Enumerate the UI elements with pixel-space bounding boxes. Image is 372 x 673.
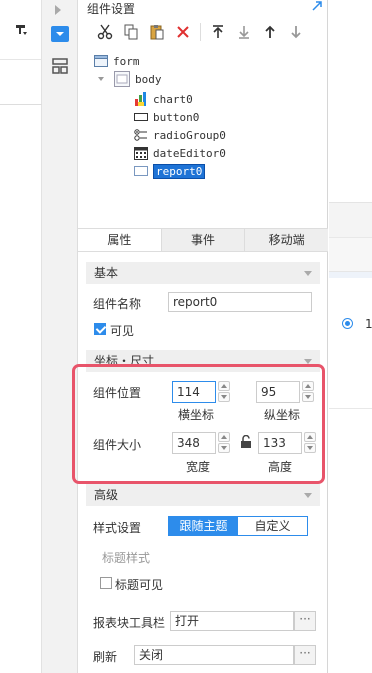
collapse-arrow-icon[interactable]	[311, 0, 323, 12]
advanced-section-header[interactable]: 高级	[86, 484, 320, 506]
preview-radio-label: 1	[365, 317, 372, 331]
component-name-input[interactable]: report0	[168, 292, 312, 312]
chevron-down-icon	[304, 493, 312, 498]
refresh-input[interactable]: 关闭	[134, 645, 294, 665]
property-tabs: 属性 事件 移动端	[78, 228, 328, 252]
cut-icon[interactable]	[92, 22, 118, 42]
tree-expand-icon[interactable]	[98, 77, 104, 81]
component-name-label: 组件名称	[93, 297, 142, 311]
paste-icon[interactable]	[144, 22, 170, 42]
tree-item-label: form	[113, 54, 140, 68]
body-icon	[114, 71, 130, 87]
layout-icon[interactable]	[52, 58, 68, 74]
title-style-label: 标题样式	[102, 551, 151, 565]
button-icon	[134, 113, 148, 121]
form-icon	[94, 55, 108, 67]
report-toolbar-input[interactable]: 打开	[170, 611, 294, 631]
tree-item-button0[interactable]: button0	[134, 108, 199, 126]
preview-radio[interactable]	[342, 318, 353, 329]
move-bottom-icon[interactable]	[231, 22, 257, 42]
date-editor-icon	[134, 147, 148, 160]
visible-checkbox[interactable]	[94, 323, 106, 335]
panel-title: 组件设置	[87, 2, 136, 16]
radio-group-icon	[134, 129, 147, 141]
toolbar-separator	[200, 23, 201, 41]
chart-icon	[135, 92, 146, 106]
visible-label: 可见	[110, 324, 135, 338]
component-settings-panel: 组件设置 form body chart0 button0 radioGroup…	[78, 0, 328, 673]
left-toolbar	[0, 0, 41, 60]
tree-item-chart0[interactable]: chart0	[134, 90, 193, 108]
report-icon	[134, 166, 148, 176]
format-icon[interactable]	[16, 24, 28, 36]
section-title: 高级	[94, 488, 119, 502]
tab-properties[interactable]: 属性	[78, 229, 162, 251]
delete-icon[interactable]	[170, 22, 196, 42]
refresh-more-button[interactable]: ···	[294, 645, 316, 665]
tree-item-label: body	[135, 72, 162, 86]
tree-item-radiogroup0[interactable]: radioGroup0	[134, 126, 226, 144]
expand-arrow-icon[interactable]	[55, 5, 61, 15]
side-icon-column	[42, 0, 78, 673]
title-visible-checkbox[interactable]	[100, 577, 112, 589]
refresh-label: 刷新	[93, 650, 118, 664]
tree-item-label: button0	[153, 110, 200, 124]
move-up-icon[interactable]	[257, 22, 283, 42]
preview-subheader	[329, 238, 372, 272]
tree-item-label: chart0	[153, 92, 193, 106]
tree-item-form[interactable]: form	[94, 52, 140, 70]
tab-mobile[interactable]: 移动端	[245, 229, 328, 251]
custom-style-button[interactable]: 自定义	[238, 517, 307, 535]
tree-item-dateeditor0[interactable]: dateEditor0	[134, 144, 226, 162]
tab-events[interactable]: 事件	[162, 229, 246, 251]
left-divider	[0, 104, 42, 105]
preview-header	[329, 202, 372, 238]
copy-icon[interactable]	[118, 22, 144, 42]
dropdown-toggle-icon[interactable]	[51, 26, 69, 42]
style-setting-label: 样式设置	[93, 521, 142, 535]
tree-toolbar	[92, 22, 309, 42]
section-title: 基本	[94, 266, 119, 280]
preview-strip	[329, 272, 372, 278]
preview-divider	[329, 408, 372, 409]
report-toolbar-label: 报表块工具栏	[93, 616, 166, 630]
canvas-preview: 1	[329, 0, 372, 673]
highlight-box	[72, 364, 325, 484]
tree-item-body[interactable]: body	[114, 70, 162, 88]
tree-item-label: radioGroup0	[153, 128, 226, 142]
tree-item-report0[interactable]: report0	[134, 162, 206, 180]
chevron-down-icon	[304, 271, 312, 276]
tree-item-label: dateEditor0	[153, 146, 226, 160]
follow-theme-button[interactable]: 跟随主题	[169, 517, 238, 535]
report-toolbar-more-button[interactable]: ···	[294, 611, 316, 631]
basic-section-header[interactable]: 基本	[86, 262, 320, 284]
move-down-icon[interactable]	[283, 22, 309, 42]
left-strip	[0, 0, 42, 673]
move-top-icon[interactable]	[205, 22, 231, 42]
title-visible-label: 标题可见	[115, 578, 164, 592]
style-toggle: 跟随主题 自定义	[168, 516, 308, 536]
tree-item-label: report0	[153, 163, 206, 179]
